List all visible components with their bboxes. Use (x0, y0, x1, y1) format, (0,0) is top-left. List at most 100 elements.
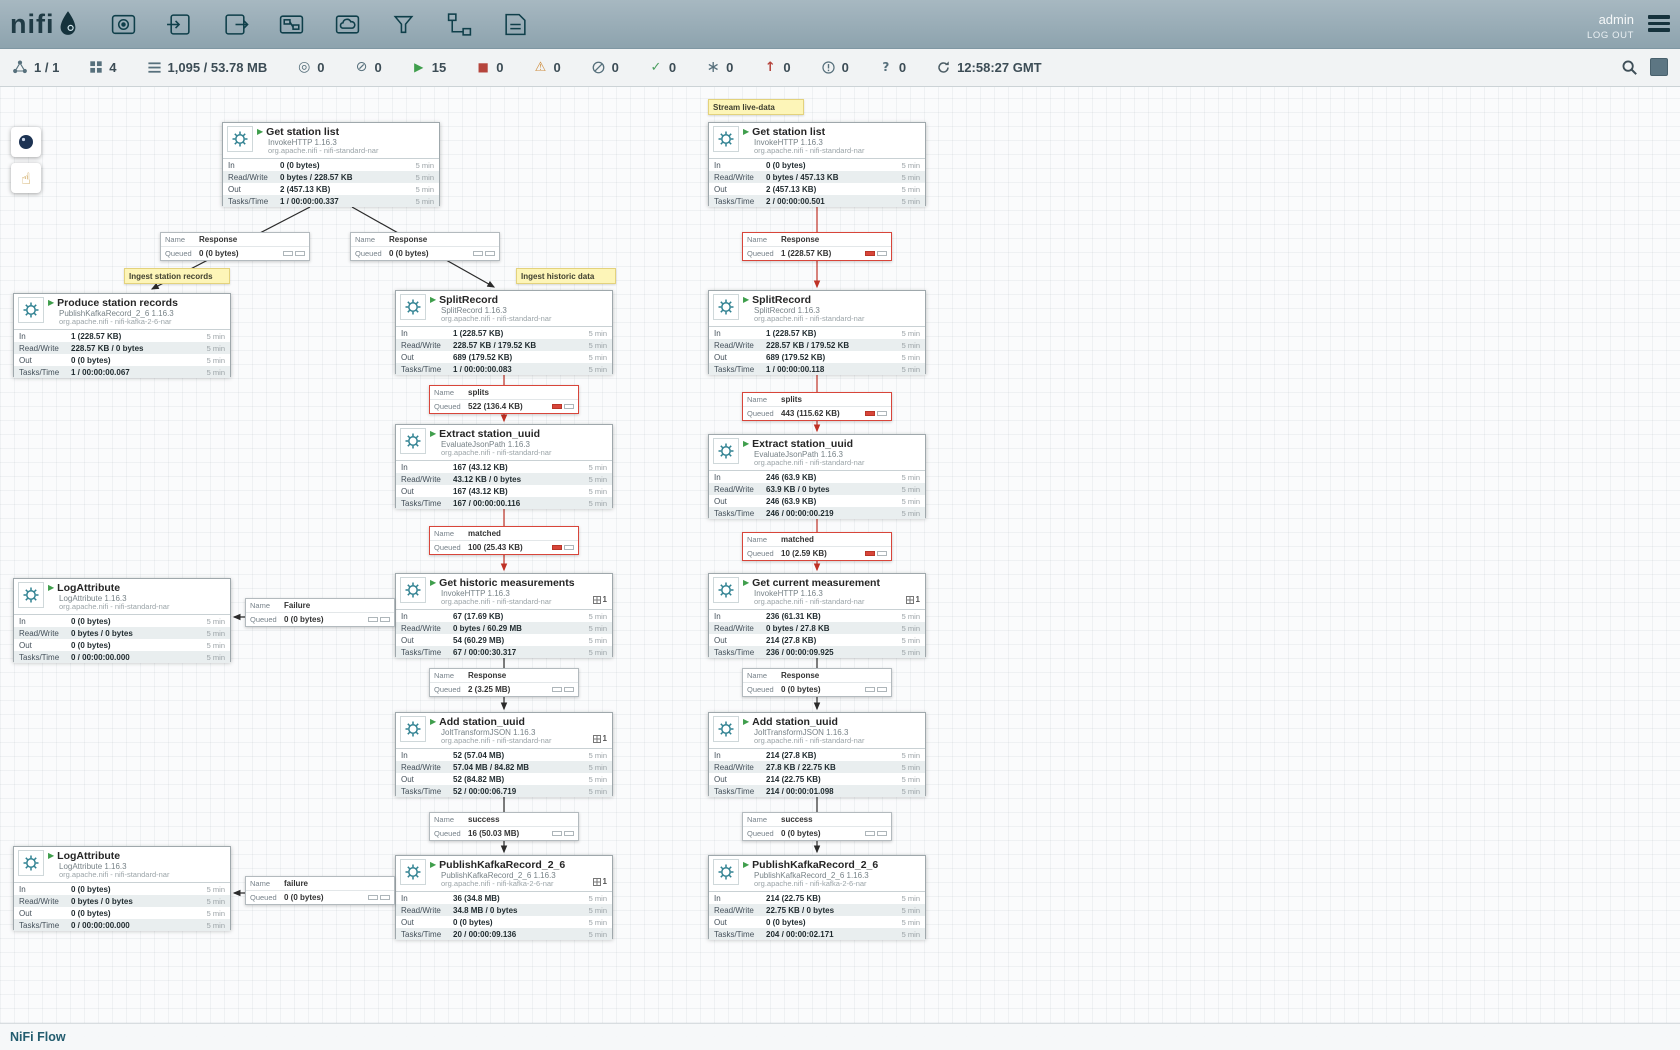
processor-node[interactable]: ▶ PublishKafkaRecord_2_6 PublishKafkaRec… (708, 855, 926, 939)
connection-queued: 100 (25.43 KB) (468, 543, 548, 552)
process-group-icon[interactable] (274, 6, 310, 42)
stat-value: 20 / 00:00:09.136 (453, 930, 581, 939)
breadcrumb[interactable]: NiFi Flow (10, 1030, 66, 1044)
processor-name: PublishKafkaRecord_2_6 (439, 859, 565, 871)
stat-label: Tasks/Time (401, 930, 453, 939)
remote-process-group-icon[interactable] (330, 6, 366, 42)
processor-node[interactable]: ▶ Extract station_uuid EvaluateJsonPath … (395, 424, 613, 508)
stat-value: 246 (63.9 KB) (766, 473, 894, 482)
canvas-label[interactable]: Ingest historic data (516, 268, 616, 284)
selection-tool-button[interactable] (11, 127, 41, 157)
processor-node[interactable]: ▶ PublishKafkaRecord_2_6 PublishKafkaRec… (395, 855, 613, 939)
connection-name-row: Name Response (743, 233, 891, 246)
connection-label[interactable]: Name matched Queued 100 (25.43 KB) (429, 526, 579, 555)
stat-value: 0 bytes / 60.29 MB (453, 624, 581, 633)
connection-name-key: Name (434, 815, 464, 824)
processor-icon[interactable] (106, 6, 142, 42)
processor-node[interactable]: ▶ Get station list InvokeHTTP 1.16.3 org… (708, 122, 926, 206)
processor-titles: ▶ Get station list InvokeHTTP 1.16.3 org… (743, 126, 921, 158)
active-threads-badge: 1 (593, 734, 607, 743)
processor-bundle: org.apache.nifi - nifi-standard-nar (441, 315, 608, 324)
stat-window: 5 min (581, 341, 607, 350)
input-port-icon[interactable] (162, 6, 198, 42)
connection-label[interactable]: Name success Queued 16 (50.03 MB) (429, 812, 579, 841)
stat-label: Read/Write (19, 629, 71, 638)
backpressure-bars (368, 617, 390, 622)
connection-label[interactable]: Name matched Queued 10 (2.59 KB) (742, 532, 892, 561)
processor-node[interactable]: ▶ LogAttribute LogAttribute 1.16.3 org.a… (13, 578, 231, 662)
connection-label[interactable]: Name Response Queued 0 (0 bytes) (160, 232, 310, 261)
processor-node[interactable]: ▶ Add station_uuid JoltTransformJSON 1.1… (708, 712, 926, 796)
logout-link[interactable]: LOG OUT (1587, 30, 1634, 41)
connection-queued: 443 (115.62 KB) (781, 409, 861, 418)
stat-label: Out (228, 185, 280, 194)
backpressure-bars (865, 411, 887, 416)
connection-label[interactable]: Name success Queued 0 (0 bytes) (742, 812, 892, 841)
panel-toggle-button[interactable] (1650, 58, 1668, 76)
processor-node[interactable]: ▶ Produce station records PublishKafkaRe… (13, 293, 231, 377)
backpressure-bars (865, 551, 887, 556)
processor-node[interactable]: ▶ SplitRecord SplitRecord 1.16.3 org.apa… (708, 290, 926, 374)
stat-window: 5 min (894, 906, 920, 915)
processor-header: ▶ PublishKafkaRecord_2_6 PublishKafkaRec… (396, 856, 612, 891)
processor-header: ▶ Add station_uuid JoltTransformJSON 1.1… (709, 713, 925, 748)
connection-label[interactable]: Name failure Queued 0 (0 bytes) (245, 876, 395, 905)
connection-name-key: Name (747, 815, 777, 824)
processor-node[interactable]: ▶ Get historic measurements InvokeHTTP 1… (395, 573, 613, 657)
label-icon[interactable] (498, 6, 534, 42)
connection-label[interactable]: Name Response Queued 1 (228.57 KB) (742, 232, 892, 261)
connection-label[interactable]: Name splits Queued 522 (136.4 KB) (429, 385, 579, 414)
canvas-label[interactable]: Ingest station records (124, 268, 230, 284)
stat-value: 43.12 KB / 0 bytes (453, 475, 581, 484)
hand-pointer-icon: ☝ (21, 169, 31, 188)
connection-queued: 16 (50.03 MB) (468, 829, 548, 838)
stat-row: Out689 (179.52 KB)5 min (396, 351, 612, 363)
run-status-icon: ▶ (430, 718, 436, 726)
connection-label[interactable]: Name splits Queued 443 (115.62 KB) (742, 392, 892, 421)
run-status-icon: ▶ (430, 861, 436, 869)
stat-value: 0 (0 bytes) (453, 918, 581, 927)
stat-row: Out52 (84.82 MB)5 min (396, 773, 612, 785)
funnel-icon[interactable] (386, 6, 422, 42)
connection-name: Response (468, 671, 574, 680)
processor-node[interactable]: ▶ LogAttribute LogAttribute 1.16.3 org.a… (13, 846, 231, 930)
canvas-label[interactable]: Stream live-data (708, 99, 804, 115)
connection-name: matched (468, 529, 574, 538)
connection-name-key: Name (250, 879, 280, 888)
processor-node[interactable]: ▶ Extract station_uuid EvaluateJsonPath … (708, 434, 926, 518)
status-items: 1 / 141,095 / 53.78 MB◎0⊘0▶15■0⚠00✓0∗0↑0… (12, 59, 1042, 75)
stat-value: 0 / 00:00:00.000 (71, 921, 199, 930)
hand-tool-button[interactable]: ☝ (11, 163, 41, 193)
connection-label[interactable]: Name Failure Queued 0 (0 bytes) (245, 598, 395, 627)
stat-value: 2 (457.13 KB) (280, 185, 408, 194)
output-port-icon[interactable] (218, 6, 254, 42)
stat-row: Read/Write0 bytes / 27.8 KB5 min (709, 622, 925, 634)
processor-node[interactable]: ▶ SplitRecord SplitRecord 1.16.3 org.apa… (395, 290, 613, 374)
stat-window: 5 min (199, 909, 225, 918)
stat-label: Tasks/Time (19, 653, 71, 662)
processor-node[interactable]: ▶ Add station_uuid JoltTransformJSON 1.1… (395, 712, 613, 796)
stat-window: 5 min (581, 918, 607, 927)
processor-bundle: org.apache.nifi - nifi-standard-nar (754, 737, 921, 746)
stat-window: 5 min (894, 624, 920, 633)
template-icon[interactable] (442, 6, 478, 42)
stat-label: Tasks/Time (714, 365, 766, 374)
stat-row: Out54 (60.29 MB)5 min (396, 634, 612, 646)
global-menu-button[interactable] (1648, 15, 1670, 32)
flow-canvas[interactable]: Stream live-data Ingest station records In… (0, 0, 1680, 1050)
connection-label[interactable]: Name Response Queued 0 (0 bytes) (350, 232, 500, 261)
stat-window: 5 min (894, 930, 920, 939)
processor-node[interactable]: ▶ Get current measurement InvokeHTTP 1.1… (708, 573, 926, 657)
run-status-icon: ▶ (430, 296, 436, 304)
stat-row: Read/Write57.04 MB / 84.82 MB5 min (396, 761, 612, 773)
stat-label: In (401, 894, 453, 903)
stat-window: 5 min (581, 365, 607, 374)
processor-name: Get station list (266, 126, 339, 138)
processor-stats: In246 (63.9 KB)5 minRead/Write63.9 KB / … (709, 470, 925, 519)
processor-node[interactable]: ▶ Get station list InvokeHTTP 1.16.3 org… (222, 122, 440, 206)
stat-window: 5 min (199, 617, 225, 626)
search-button[interactable] (1621, 59, 1638, 76)
connection-label[interactable]: Name Response Queued 2 (3.25 MB) (429, 668, 579, 697)
connection-label[interactable]: Name Response Queued 0 (0 bytes) (742, 668, 892, 697)
refresh-status[interactable]: 12:58:27 GMT (936, 60, 1042, 75)
